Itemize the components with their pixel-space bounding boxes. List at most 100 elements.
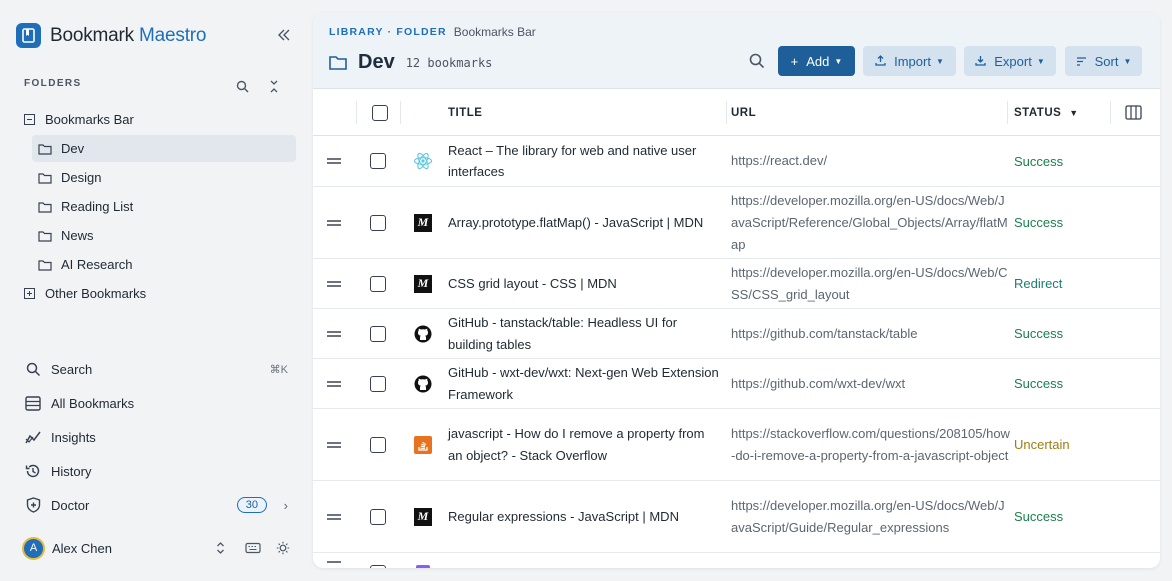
row-checkbox[interactable]	[370, 136, 386, 186]
table-row[interactable]: GitHub - wxt-dev/wxt: Next-gen Web Exten…	[313, 359, 1160, 409]
tree-item-label: News	[61, 228, 94, 243]
drag-handle-icon[interactable]	[327, 359, 343, 408]
drag-handle-icon[interactable]	[327, 561, 343, 568]
drag-handle-icon[interactable]	[327, 136, 343, 186]
folder-icon	[38, 229, 52, 243]
caret-down-icon: ▼	[1123, 56, 1132, 66]
table-row[interactable]: M Regular expressions - JavaScript | MDN…	[313, 481, 1160, 553]
nav-label: History	[51, 463, 92, 479]
bookmark-title[interactable]: GitHub - tanstack/table: Headless UI for…	[448, 309, 720, 358]
theme-sun-icon[interactable]	[274, 539, 292, 557]
table-row[interactable]: M CSS grid layout - CSS | MDN https://de…	[313, 259, 1160, 309]
tree-item-label: Dev	[61, 141, 85, 156]
search-folders-icon[interactable]	[233, 77, 251, 95]
bookmark-url[interactable]: https://developer.mozilla.org/en-US/docs…	[731, 187, 1011, 258]
bookmark-title[interactable]: Regular expressions - JavaScript | MDN	[448, 481, 720, 552]
bookmark-url[interactable]: https://stackoverflow.com/questions/2081…	[731, 409, 1011, 480]
tree-item-news[interactable]: News	[38, 222, 296, 249]
bookmark-url[interactable]: https://react.dev/	[731, 136, 1011, 186]
bookmark-url[interactable]: https://developer.mozilla.org/en-US/docs…	[731, 481, 1011, 552]
folder-icon	[329, 54, 347, 72]
keyboard-icon[interactable]	[244, 539, 262, 557]
row-checkbox[interactable]	[370, 565, 386, 568]
tree-item-bookmarks-bar[interactable]: Bookmarks Bar	[22, 106, 296, 133]
search-icon	[24, 360, 42, 378]
folders-header: FOLDERS	[24, 78, 296, 89]
bookmark-url[interactable]: https://developer.mozilla.org/en-US/docs…	[731, 259, 1011, 308]
column-url[interactable]: URL	[731, 89, 756, 136]
brand-name: Bookmark Maestro	[50, 24, 207, 46]
bookmark-title[interactable]: CSS grid layout - CSS | MDN	[448, 259, 720, 308]
folders-label: FOLDERS	[24, 78, 82, 89]
collapse-sidebar-icon[interactable]	[274, 25, 294, 45]
tree-item-ai-research[interactable]: AI Research	[38, 251, 296, 278]
user-name: Alex Chen	[52, 540, 112, 556]
drag-handle-icon[interactable]	[327, 309, 343, 358]
chevron-updown-icon[interactable]	[211, 539, 229, 557]
status-badge: Success	[1014, 215, 1064, 230]
export-button[interactable]: Export ▼	[964, 46, 1056, 76]
status-badge: Success	[1014, 376, 1064, 391]
breadcrumb: LIBRARY · FOLDER Bookmarks Bar	[329, 25, 536, 39]
drag-handle-icon[interactable]	[327, 481, 343, 552]
nav-history[interactable]: History	[24, 457, 296, 485]
bookmark-title[interactable]: React – The library for web and native u…	[448, 136, 720, 186]
bookmark-url[interactable]: https://github.com/wxt-dev/wxt	[731, 359, 1011, 408]
row-checkbox[interactable]	[370, 409, 386, 480]
tree-item-reading-list[interactable]: Reading List	[38, 193, 296, 220]
bookmark-count: 12 bookmarks	[405, 55, 493, 70]
status-badge: Success	[1014, 326, 1064, 341]
nav-search[interactable]: Search ⌘K	[24, 355, 296, 383]
title-row: Dev 12 bookmarks	[329, 51, 492, 74]
add-button[interactable]: + Add ▼	[778, 46, 855, 76]
tree-item-dev[interactable]: Dev	[32, 135, 296, 162]
caret-down-icon: ▼	[935, 56, 944, 66]
main-panel: LIBRARY · FOLDER Bookmarks Bar Dev 12 bo…	[313, 13, 1160, 568]
drag-handle-icon[interactable]	[327, 259, 343, 308]
column-title[interactable]: TITLE	[448, 89, 482, 136]
sort-button[interactable]: Sort ▼	[1065, 46, 1142, 76]
row-checkbox[interactable]	[370, 481, 386, 552]
select-all-checkbox[interactable]	[372, 89, 388, 136]
drag-handle-icon[interactable]	[327, 409, 343, 480]
row-checkbox[interactable]	[370, 259, 386, 308]
table-row[interactable]	[313, 553, 1160, 568]
breadcrumb-path[interactable]: Bookmarks Bar	[454, 25, 536, 39]
shield-icon	[24, 496, 42, 514]
row-checkbox[interactable]	[370, 309, 386, 358]
row-checkbox[interactable]	[370, 187, 386, 258]
table-row[interactable]: javascript - How do I remove a property …	[313, 409, 1160, 481]
folder-icon	[38, 171, 52, 185]
nav-insights[interactable]: Insights	[24, 423, 296, 451]
bookmark-title[interactable]: GitHub - wxt-dev/wxt: Next-gen Web Exten…	[448, 359, 720, 408]
table-row[interactable]: GitHub - tanstack/table: Headless UI for…	[313, 309, 1160, 359]
status-badge: Success	[1014, 153, 1064, 169]
table-row[interactable]: M Array.prototype.flatMap() - JavaScript…	[313, 187, 1160, 259]
sort-desc-icon: ▼	[1069, 107, 1079, 118]
bookmark-title[interactable]: Array.prototype.flatMap() - JavaScript |…	[448, 187, 720, 258]
nav-all-bookmarks[interactable]: All Bookmarks	[24, 389, 296, 417]
github-icon	[413, 309, 433, 358]
column-status[interactable]: STATUS ▼	[1014, 89, 1079, 136]
bookmark-title[interactable]: javascript - How do I remove a property …	[448, 409, 720, 480]
page-title: Dev	[358, 51, 395, 73]
history-icon	[24, 462, 42, 480]
chevron-right-icon[interactable]: ›	[284, 498, 288, 513]
search-icon[interactable]	[747, 51, 767, 71]
sidebar: Bookmark Maestro FOLDERS Bookmarks Bar D…	[0, 0, 312, 581]
columns-toggle-icon[interactable]	[1125, 89, 1142, 136]
nav-label: Insights	[51, 429, 96, 445]
collapse-all-icon[interactable]	[265, 77, 283, 95]
import-button[interactable]: Import ▼	[863, 46, 956, 76]
tree-item-design[interactable]: Design	[38, 164, 296, 191]
bookmark-url[interactable]: https://github.com/tanstack/table	[731, 309, 1011, 358]
collapse-minus-icon[interactable]	[22, 113, 36, 127]
tree-item-other-bookmarks[interactable]: Other Bookmarks	[22, 280, 296, 307]
row-checkbox[interactable]	[370, 359, 386, 408]
brand[interactable]: Bookmark Maestro	[16, 23, 206, 48]
table-row[interactable]: React – The library for web and native u…	[313, 136, 1160, 187]
expand-plus-icon[interactable]	[22, 287, 36, 301]
drag-handle-icon[interactable]	[327, 187, 343, 258]
folder-icon	[38, 142, 52, 156]
nav-doctor[interactable]: Doctor 30 ›	[24, 491, 296, 519]
